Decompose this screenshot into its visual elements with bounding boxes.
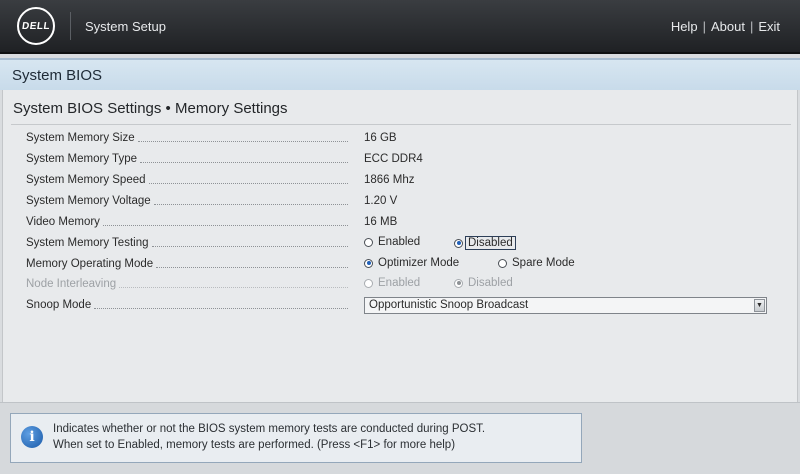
radio-node-interleaving-enabled: Enabled	[364, 277, 420, 289]
about-link[interactable]: About	[711, 19, 745, 34]
leader-dots	[151, 245, 348, 247]
leader-dots	[137, 140, 348, 142]
radio-label: Enabled	[378, 236, 421, 248]
radio-node-interleaving-disabled: Disabled	[454, 277, 513, 289]
radio-on-icon	[454, 238, 463, 248]
app-title: System Setup	[85, 19, 166, 34]
top-bar: DELL System Setup Help | About | Exit	[0, 0, 800, 54]
radio-spare-mode[interactable]: Spare Mode	[498, 257, 575, 269]
header-links: Help | About | Exit	[671, 19, 780, 34]
setting-label: System Memory Type	[26, 153, 137, 165]
settings-panel: System BIOS Settings • Memory Settings S…	[2, 90, 798, 402]
setting-value: ECC DDR4	[364, 153, 423, 165]
setting-row-memory-type: System Memory Type ECC DDR4	[26, 153, 776, 173]
leader-dots	[119, 286, 348, 288]
setting-row-node-interleaving: Node Interleaving Enabled Disabled	[26, 277, 776, 298]
setting-label: Memory Operating Mode	[26, 258, 154, 270]
setting-label: Node Interleaving	[26, 278, 117, 290]
setting-label: System Memory Testing	[26, 237, 149, 249]
setting-value: 1.20 V	[364, 195, 398, 207]
snoop-mode-dropdown[interactable]: Opportunistic Snoop Broadcast ▼	[364, 297, 767, 314]
setting-label: Video Memory	[26, 216, 100, 228]
header-divider	[70, 12, 71, 40]
info-icon: i	[21, 426, 43, 448]
link-separator: |	[702, 19, 706, 34]
chevron-down-icon[interactable]: ▼	[754, 299, 765, 312]
leader-dots	[140, 161, 348, 163]
radio-label: Optimizer Mode	[378, 257, 460, 269]
setting-label: System Memory Speed	[26, 174, 146, 186]
section-band: System BIOS	[0, 58, 800, 90]
leader-dots	[102, 224, 348, 226]
dell-logo: DELL	[17, 7, 55, 45]
setting-row-memory-operating-mode: Memory Operating Mode Optimizer Mode Spa…	[26, 257, 776, 278]
section-title: System BIOS	[12, 67, 103, 84]
title-divider	[11, 124, 791, 125]
help-area: i Indicates whether or not the BIOS syst…	[0, 402, 800, 474]
radio-label: Disabled	[468, 277, 513, 289]
radio-memory-testing-enabled[interactable]: Enabled	[364, 236, 420, 248]
leader-dots	[153, 203, 348, 205]
exit-link[interactable]: Exit	[758, 19, 780, 34]
setting-row-snoop-mode: Snoop Mode Opportunistic Snoop Broadcast…	[26, 297, 776, 319]
leader-dots	[148, 182, 348, 184]
radio-memory-testing-disabled[interactable]: Disabled	[454, 236, 516, 250]
radio-on-icon	[364, 258, 373, 268]
help-text: Indicates whether or not the BIOS system…	[53, 421, 485, 453]
help-line-1: Indicates whether or not the BIOS system…	[53, 423, 486, 435]
setting-label: System Memory Size	[26, 132, 135, 144]
link-separator: |	[749, 19, 754, 34]
radio-off-icon	[498, 258, 507, 268]
setting-row-memory-testing: System Memory Testing Enabled Disabled	[26, 236, 776, 257]
radio-optimizer-mode[interactable]: Optimizer Mode	[364, 257, 459, 269]
radio-label: Enabled	[378, 277, 421, 289]
radio-off-icon	[364, 278, 373, 288]
setting-row-memory-speed: System Memory Speed 1866 Mhz	[26, 174, 776, 194]
setting-label: System Memory Voltage	[26, 195, 151, 207]
radio-label: Spare Mode	[512, 257, 575, 269]
radio-on-icon	[454, 278, 463, 288]
setting-row-video-memory: Video Memory 16 MB	[26, 216, 776, 236]
setting-value: 1866 Mhz	[364, 174, 415, 186]
setting-value: 16 MB	[364, 216, 398, 228]
help-line-2: When set to Enabled, memory tests are pe…	[53, 439, 456, 451]
setting-label: Snoop Mode	[26, 299, 92, 311]
radio-label: Disabled	[465, 236, 516, 250]
help-box: i Indicates whether or not the BIOS syst…	[10, 413, 582, 463]
radio-off-icon	[364, 237, 373, 247]
setting-row-memory-voltage: System Memory Voltage 1.20 V	[26, 195, 776, 215]
leader-dots	[156, 266, 348, 268]
logo-text: DELL	[21, 20, 51, 32]
dropdown-value: Opportunistic Snoop Broadcast	[369, 299, 529, 311]
help-link[interactable]: Help	[671, 19, 698, 34]
setting-value: 16 GB	[364, 132, 397, 144]
leader-dots	[94, 307, 348, 309]
setting-row-memory-size: System Memory Size 16 GB	[26, 132, 776, 152]
page-title: System BIOS Settings • Memory Settings	[13, 100, 288, 117]
